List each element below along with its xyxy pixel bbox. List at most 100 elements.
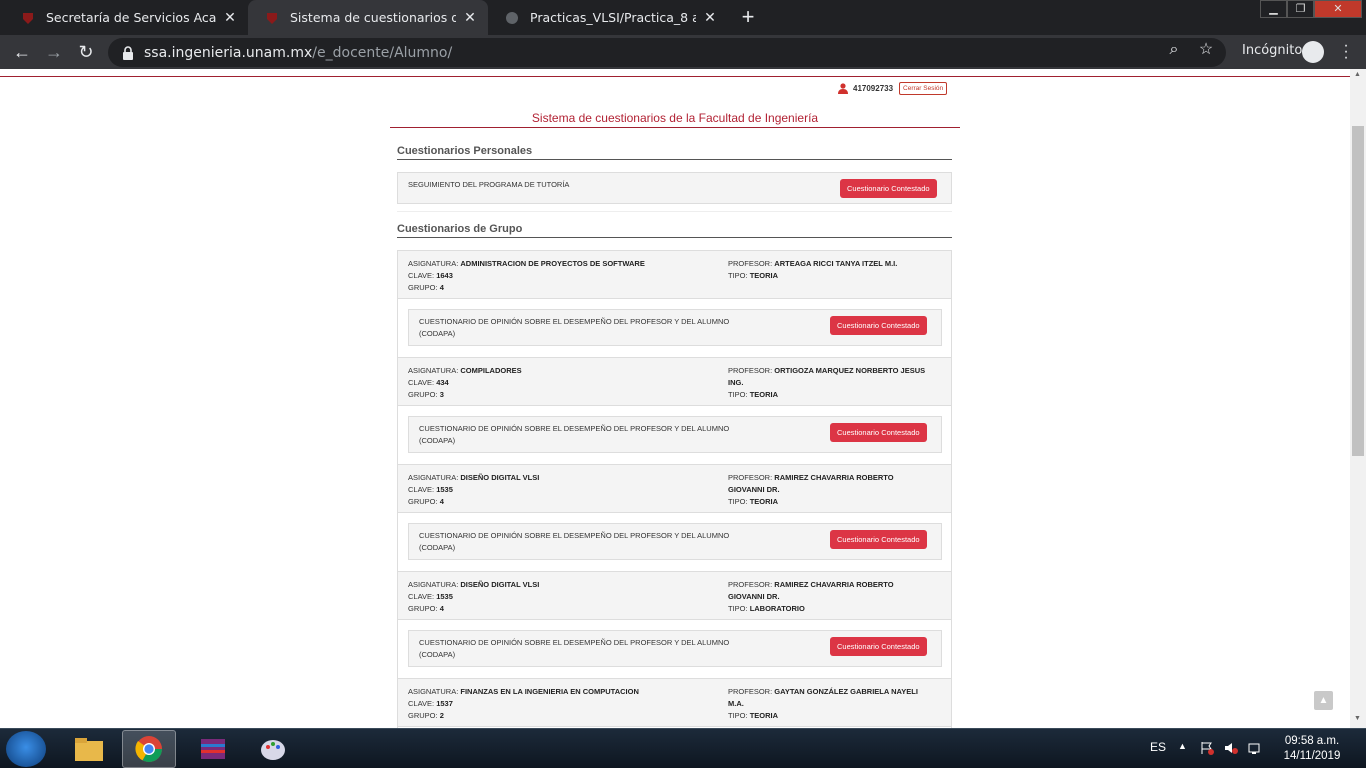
clave-line: CLAVE: 434	[408, 378, 449, 387]
professor-name: GAYTAN GONZÁLEZ GABRIELA NAYELI	[774, 687, 918, 696]
group-header: ASIGNATURA: DISEÑO DIGITAL VLSI CLAVE: 15…	[398, 572, 951, 620]
clave-line: CLAVE: 1537	[408, 699, 453, 708]
bookmark-star-icon[interactable]: ☆	[1196, 40, 1216, 60]
professor-line: PROFESOR: ORTIGOZA MARQUEZ NORBERTO JESU…	[728, 366, 926, 375]
grupo-value: 3	[439, 390, 444, 399]
questionnaire-answered-button[interactable]: Cuestionario Contestado	[830, 530, 927, 549]
group-header: ASIGNATURA: DISEÑO DIGITAL VLSI CLAVE: 15…	[398, 465, 951, 513]
grupo-line: GRUPO: 2	[408, 711, 444, 720]
questionnaire-title: CUESTIONARIO DE OPINIÓN SOBRE EL DESEMPE…	[419, 638, 730, 659]
close-tab-icon[interactable]: ✕	[462, 9, 478, 26]
group-subject-info: ASIGNATURA: FINANZAS EN LA INGENIERIA EN…	[408, 686, 718, 722]
group-professor-info: PROFESOR: ARTEAGA RICCI TANYA ITZEL M.I.…	[728, 258, 943, 282]
subject-line: ASIGNATURA: COMPILADORES	[408, 366, 522, 375]
user-id: 417092733	[853, 84, 894, 93]
scroll-to-top-button[interactable]: ▲	[1314, 691, 1333, 710]
start-button[interactable]	[6, 731, 46, 767]
address-bar[interactable]: ssa.ingenieria.unam.mx/e_docente/Alumno/	[108, 38, 1226, 67]
user-icon	[838, 83, 848, 94]
clave-line: CLAVE: 1643	[408, 271, 453, 280]
questionnaire-answered-button[interactable]: Cuestionario Contestado	[830, 637, 927, 656]
site-favicon-icon	[264, 10, 280, 26]
questionnaire-answered-button[interactable]: Cuestionario Contestado	[830, 316, 927, 335]
reload-icon[interactable]: ↻	[74, 40, 98, 64]
grupo-value: 4	[439, 604, 444, 613]
subject-name: DISEÑO DIGITAL VLSI	[460, 473, 540, 482]
winrar-icon[interactable]	[186, 730, 240, 768]
tipo-line: TIPO: TEORIA	[728, 711, 779, 720]
show-hidden-icons-icon[interactable]: ▲	[1178, 741, 1187, 751]
scrollbar-thumb[interactable]	[1352, 126, 1364, 456]
close-tab-icon[interactable]: ✕	[702, 9, 718, 26]
action-center-flag-icon[interactable]	[1200, 741, 1214, 758]
grupo-value: 4	[439, 497, 444, 506]
professor-name: RAMIREZ CHAVARRIA ROBERTO	[774, 580, 894, 589]
group-professor-info: PROFESOR: RAMIREZ CHAVARRIA ROBERTO GIOVA…	[728, 472, 943, 508]
group-card: ASIGNATURA: DISEÑO DIGITAL VLSI CLAVE: 15…	[397, 571, 952, 679]
tipo-value: LABORATORIO	[749, 604, 805, 613]
tab-github-practicas[interactable]: Practicas_VLSI/Practica_8 at mast ✕	[488, 0, 728, 35]
section-spacer	[397, 211, 952, 212]
maximize-button[interactable]: ❐	[1287, 0, 1314, 18]
subject-line: ASIGNATURA: DISEÑO DIGITAL VLSI	[408, 473, 540, 482]
site-favicon-icon	[20, 10, 36, 26]
scroll-down-arrow-icon[interactable]: ▼	[1354, 715, 1361, 722]
network-icon[interactable]	[1248, 741, 1262, 758]
questionnaire-answered-button[interactable]: Cuestionario Contestado	[830, 423, 927, 442]
questionnaire-row: CUESTIONARIO DE OPINIÓN SOBRE EL DESEMPE…	[408, 630, 942, 667]
group-section-heading: Cuestionarios de Grupo	[397, 223, 952, 238]
subject-line: ASIGNATURA: FINANZAS EN LA INGENIERIA EN…	[408, 687, 639, 696]
grupo-value: 2	[439, 711, 444, 720]
professor-line-2: GIOVANNI DR.	[728, 485, 780, 494]
group-subject-info: ASIGNATURA: ADMINISTRACION DE PROYECTOS …	[408, 258, 718, 294]
incognito-icon[interactable]	[1302, 41, 1324, 63]
close-tab-icon[interactable]: ✕	[222, 9, 238, 26]
zoom-icon[interactable]: ⌕	[1164, 40, 1184, 60]
lock-icon	[123, 45, 133, 60]
grupo-line: GRUPO: 4	[408, 283, 444, 292]
professor-name: RAMIREZ CHAVARRIA ROBERTO	[774, 473, 894, 482]
file-explorer-icon[interactable]	[62, 730, 116, 768]
tipo-line: TIPO: TEORIA	[728, 390, 779, 399]
group-subject-info: ASIGNATURA: COMPILADORES CLAVE: 434 GRUPO:…	[408, 365, 718, 401]
personal-questionnaire-label: SEGUIMIENTO DEL PROGRAMA DE TUTORÍA	[408, 180, 570, 189]
logout-button[interactable]: Cerrar Sesión	[899, 82, 948, 95]
system-clock[interactable]: 09:58 a.m. 14/11/2019	[1280, 734, 1344, 764]
professor-line-2: ING.	[728, 378, 744, 387]
menu-kebab-icon[interactable]: · · ·	[1340, 38, 1352, 66]
close-window-button[interactable]: ✕	[1314, 0, 1362, 18]
clave-value: 1643	[436, 271, 453, 280]
tab-sistema-cuestionarios[interactable]: Sistema de cuestionarios de la Fa ✕	[248, 0, 488, 35]
personal-questionnaire-row: SEGUIMIENTO DEL PROGRAMA DE TUTORÍA Cues…	[397, 172, 952, 204]
scroll-up-arrow-icon[interactable]: ▲	[1354, 71, 1361, 78]
user-box: 417092733 Cerrar Sesión	[838, 82, 948, 95]
tipo-value: TEORIA	[749, 711, 779, 720]
chrome-taskbar-icon[interactable]	[122, 730, 176, 768]
windows-taskbar: ES ▲ 09:58 a.m. 14/11/2019	[0, 728, 1366, 768]
tab-secretaria[interactable]: Secretaría de Servicios Académic ✕	[4, 0, 248, 35]
personal-answered-button[interactable]: Cuestionario Contestado	[840, 179, 937, 198]
professor-line-2: M.A.	[728, 699, 744, 708]
paint-icon[interactable]	[246, 730, 300, 768]
professor-line: PROFESOR: ARTEAGA RICCI TANYA ITZEL M.I.	[728, 259, 898, 268]
page-scrollbar[interactable]: ▲ ▼	[1350, 69, 1366, 728]
volume-muted-icon[interactable]	[1224, 741, 1238, 758]
questionnaire-row: CUESTIONARIO DE OPINIÓN SOBRE EL DESEMPE…	[408, 416, 942, 453]
minimize-button[interactable]: ▁	[1260, 0, 1287, 18]
professor-line-2: GIOVANNI DR.	[728, 592, 780, 601]
tipo-value: TEORIA	[749, 390, 779, 399]
incognito-label: Incógnito	[1242, 43, 1303, 58]
language-indicator[interactable]: ES	[1150, 740, 1166, 754]
professor-line: PROFESOR: GAYTAN GONZÁLEZ GABRIELA NAYEL…	[728, 687, 918, 696]
new-tab-button[interactable]: +	[736, 6, 760, 30]
group-questionnaires: CUESTIONARIO DE OPINIÓN SOBRE EL DESEMPE…	[398, 299, 951, 357]
browser-toolbar: ← → ↻ ssa.ingenieria.unam.mx/e_docente/A…	[0, 35, 1366, 69]
back-icon[interactable]: ←	[10, 40, 34, 64]
subject-name: DISEÑO DIGITAL VLSI	[460, 580, 540, 589]
group-subject-info: ASIGNATURA: DISEÑO DIGITAL VLSI CLAVE: 15…	[408, 472, 718, 508]
subject-line: ASIGNATURA: ADMINISTRACION DE PROYECTOS …	[408, 259, 645, 268]
forward-icon[interactable]: →	[42, 40, 66, 64]
clave-value: 434	[436, 378, 449, 387]
tipo-line: TIPO: TEORIA	[728, 271, 779, 280]
clave-value: 1535	[436, 485, 453, 494]
